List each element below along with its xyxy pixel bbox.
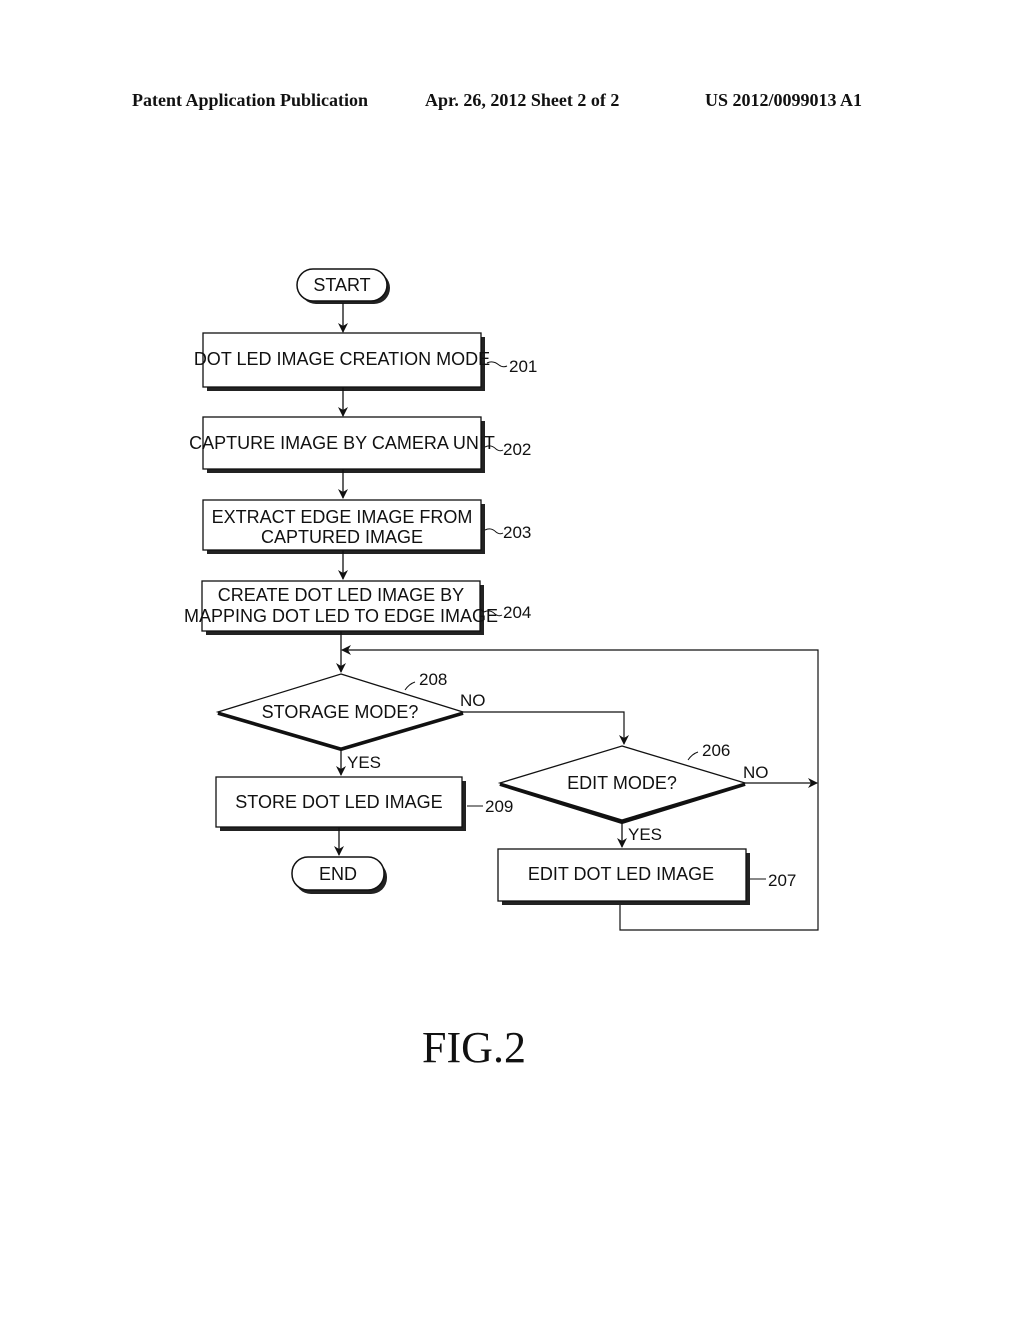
- ref-204: 204: [503, 603, 531, 622]
- step-201: DOT LED IMAGE CREATION MODE 201: [194, 332, 537, 391]
- leader-208: [404, 681, 416, 691]
- step-203-label-line2: CAPTURED IMAGE: [261, 527, 423, 547]
- end-label: END: [319, 864, 357, 884]
- leader-203: [484, 528, 504, 535]
- step-204: CREATE DOT LED IMAGE BY MAPPING DOT LED …: [184, 580, 531, 635]
- ref-208: 208: [419, 670, 447, 689]
- ref-206: 206: [702, 741, 730, 760]
- ref-202: 202: [503, 440, 531, 459]
- step-209: STORE DOT LED IMAGE 209: [215, 776, 513, 831]
- decision-208-no: NO: [460, 691, 486, 710]
- step-203: EXTRACT EDGE IMAGE FROM CAPTURED IMAGE 2…: [202, 499, 531, 554]
- ref-201: 201: [509, 357, 537, 376]
- step-207-label: EDIT DOT LED IMAGE: [528, 864, 714, 884]
- step-209-label: STORE DOT LED IMAGE: [235, 792, 442, 812]
- ref-207: 207: [768, 871, 796, 890]
- step-207: EDIT DOT LED IMAGE 207: [497, 848, 796, 905]
- leader-206: [687, 751, 699, 761]
- start-label: START: [313, 275, 370, 295]
- ref-209: 209: [485, 797, 513, 816]
- step-202-label: CAPTURE IMAGE BY CAMERA UNIT: [189, 433, 495, 453]
- arrow-208-no-to-206: [463, 711, 629, 745]
- step-204-label-line2: MAPPING DOT LED TO EDGE IMAGE: [184, 606, 498, 626]
- decision-206-yes: YES: [628, 825, 662, 844]
- decision-208-yes: YES: [347, 753, 381, 772]
- decision-206-no: NO: [743, 763, 769, 782]
- figure-label: FIG.2: [422, 1023, 526, 1072]
- ref-203: 203: [503, 523, 531, 542]
- decision-208-label: STORAGE MODE?: [262, 702, 419, 722]
- end-terminal: END: [291, 856, 387, 894]
- start-terminal: START: [296, 268, 390, 304]
- step-201-label: DOT LED IMAGE CREATION MODE: [194, 349, 490, 369]
- step-203-label-line1: EXTRACT EDGE IMAGE FROM: [212, 507, 473, 527]
- step-204-label-line1: CREATE DOT LED IMAGE BY: [218, 585, 464, 605]
- step-202: CAPTURE IMAGE BY CAMERA UNIT 202: [189, 416, 531, 473]
- decision-206-label: EDIT MODE?: [567, 773, 677, 793]
- decision-208: STORAGE MODE? 208 NO YES: [215, 670, 486, 772]
- flowchart: START DOT LED IMAGE CREATION MODE 201 CA…: [184, 268, 819, 1072]
- decision-206: EDIT MODE? 206 NO YES: [497, 741, 769, 844]
